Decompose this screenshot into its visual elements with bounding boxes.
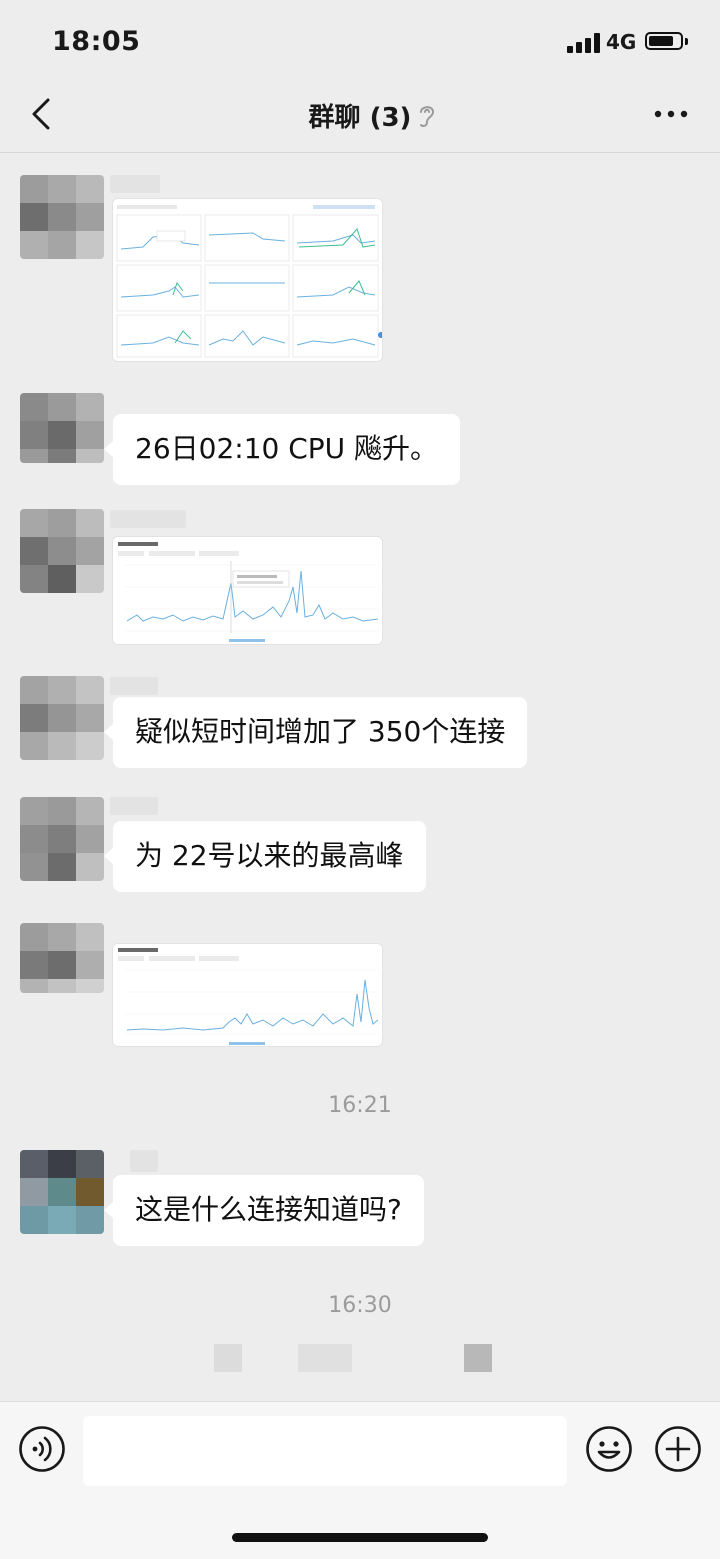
battery-nub xyxy=(685,38,688,45)
connection-trend-thumbnail xyxy=(113,944,382,1046)
avatar[interactable] xyxy=(20,797,104,881)
avatar[interactable] xyxy=(20,509,104,593)
sender-name-blurred xyxy=(110,175,160,193)
blurred-notice-block xyxy=(464,1344,492,1372)
message-bubble[interactable]: 26日02:10 CPU 飚升。 xyxy=(103,414,461,485)
message-bubble[interactable]: 为 22号以来的最高峰 xyxy=(104,821,426,892)
timestamp: 16:30 xyxy=(328,1293,392,1318)
sender-name-blurred xyxy=(110,510,186,528)
image-message-spike-chart[interactable] xyxy=(113,537,382,644)
home-indicator xyxy=(232,1533,488,1542)
image-message-dashboard[interactable] xyxy=(113,199,382,361)
avatar[interactable] xyxy=(20,175,104,259)
status-time: 18:05 xyxy=(52,26,141,57)
dashboard-thumbnail xyxy=(113,199,382,361)
avatar[interactable] xyxy=(20,1150,104,1234)
voice-button[interactable] xyxy=(18,1425,66,1473)
plus-button[interactable] xyxy=(654,1425,702,1473)
sender-name-blurred xyxy=(110,677,158,695)
avatar[interactable] xyxy=(20,393,104,463)
emoji-icon xyxy=(586,1426,632,1472)
plus-icon xyxy=(655,1426,701,1472)
blurred-notice-block xyxy=(298,1344,352,1372)
chat-title: 群聊 (3) xyxy=(308,103,412,133)
more-options-button[interactable] xyxy=(650,100,694,128)
more-icon xyxy=(654,110,688,118)
timestamp: 16:21 xyxy=(328,1093,392,1118)
message-bubble[interactable]: 这是什么连接知道吗? xyxy=(104,1175,424,1246)
nav-divider xyxy=(0,152,720,153)
sender-name-blurred xyxy=(130,1150,158,1172)
ear-icon xyxy=(416,102,438,130)
message-input[interactable] xyxy=(83,1416,567,1486)
emoji-button[interactable] xyxy=(585,1425,633,1473)
battery-icon xyxy=(645,32,683,50)
network-label: 4G xyxy=(606,30,637,54)
connection-chart-thumbnail xyxy=(113,537,382,644)
voice-icon xyxy=(19,1426,65,1472)
signal-icon xyxy=(567,33,601,53)
blurred-notice-block xyxy=(214,1344,242,1372)
message-bubble[interactable]: 疑似短时间增加了 350个连接 xyxy=(103,697,528,768)
avatar[interactable] xyxy=(20,676,104,760)
avatar[interactable] xyxy=(20,923,104,993)
image-message-trend-chart[interactable] xyxy=(113,944,382,1046)
sender-name-blurred xyxy=(110,797,158,815)
